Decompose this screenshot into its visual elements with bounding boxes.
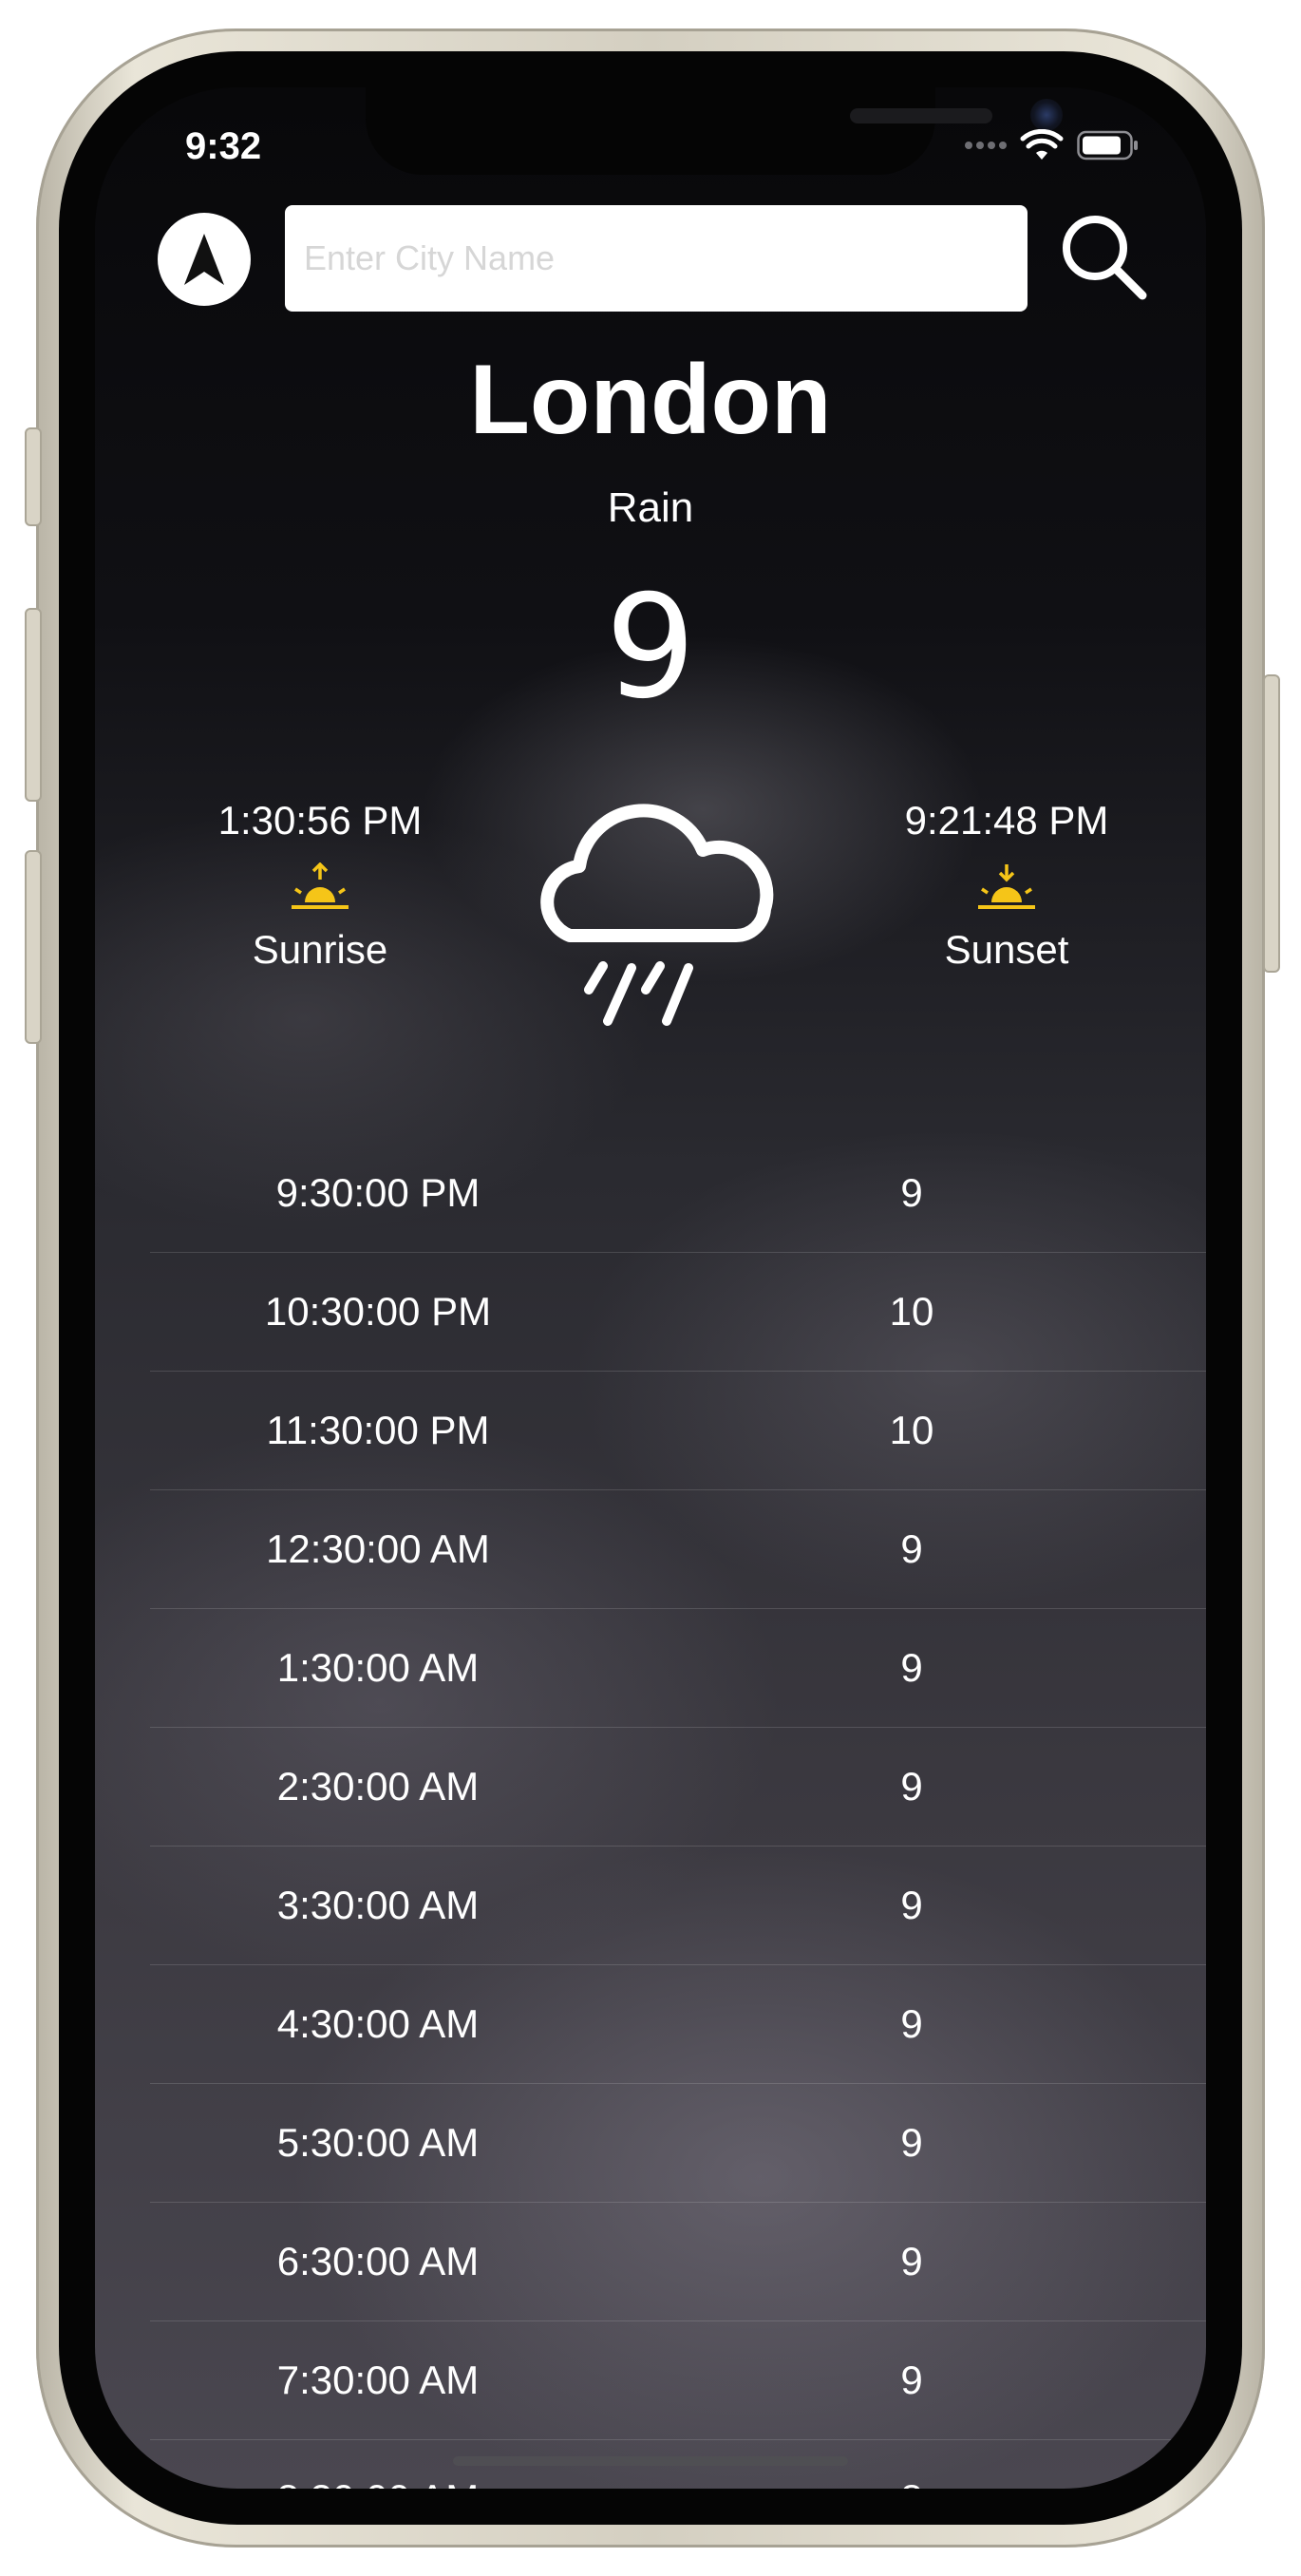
location-arrow-icon (184, 234, 224, 285)
hourly-time: 12:30:00 AM (266, 1526, 490, 1571)
hourly-temp: 9 (900, 1526, 923, 1571)
status-bar-time: 9:32 (185, 125, 262, 167)
cellular-dots-icon (965, 142, 1007, 149)
hourly-temp: 9 (900, 1764, 923, 1809)
hourly-time: 4:30:00 AM (276, 2001, 480, 2046)
hourly-time: 11:30:00 PM (266, 1408, 490, 1452)
hourly-row: 10:30:00 PM 10 (150, 1253, 1206, 1372)
hourly-time: 10:30:00 PM (264, 1289, 492, 1334)
hourly-row: 1:30:00 AM 9 (150, 1609, 1206, 1728)
home-indicator[interactable] (453, 2456, 848, 2466)
sunrise-block: 1:30:56 PM Sunrise (178, 798, 462, 973)
sunset-icon (978, 864, 1035, 909)
sunrise-time: 1:30:56 PM (217, 798, 423, 843)
power-button (1263, 674, 1280, 973)
hourly-time: 6:30:00 AM (276, 2239, 480, 2283)
hourly-row: 9:30:00 PM 9 (150, 1134, 1206, 1253)
silent-switch (25, 427, 42, 526)
hourly-row: 12:30:00 AM 9 (150, 1490, 1206, 1609)
earpiece-speaker (850, 108, 992, 123)
search-icon (1063, 216, 1147, 300)
hourly-row: 5:30:00 AM 9 (150, 2084, 1206, 2203)
cloud-rain-icon (540, 804, 774, 1026)
hourly-row: 7:30:00 AM 9 (150, 2321, 1206, 2440)
hourly-time: 5:30:00 AM (276, 2120, 480, 2165)
weather-condition: Rain (607, 484, 694, 531)
sunrise-label: Sunrise (252, 927, 388, 972)
hourly-temp: 9 (900, 1883, 923, 1927)
wifi-icon (1020, 129, 1064, 160)
hourly-forecast-list[interactable]: 9:30:00 PM 9 10:30:00 PM 10 11:30:00 PM … (150, 1134, 1206, 2489)
status-bar-icons (965, 129, 1140, 161)
hourly-row: 2:30:00 AM 9 (150, 1728, 1206, 1847)
hourly-row: 11:30:00 PM 10 (150, 1372, 1206, 1490)
hourly-temp: 10 (889, 1289, 934, 1334)
hourly-temp: 10 (889, 1408, 934, 1452)
city-name: London (469, 345, 832, 455)
city-search-input[interactable] (285, 205, 1028, 312)
hourly-time: 1:30:00 AM (276, 1645, 480, 1690)
sunset-label: Sunset (944, 927, 1069, 972)
notch (366, 87, 1063, 175)
hourly-temp: 9 (900, 2358, 923, 2402)
hourly-time: 9:30:00 PM (275, 1170, 481, 1215)
current-location-button[interactable] (158, 213, 251, 306)
hourly-time: 7:30:00 AM (276, 2358, 480, 2402)
hourly-temp: 9 (900, 2001, 923, 2046)
hourly-temp: 9 (900, 2239, 923, 2283)
hourly-row: 4:30:00 AM 9 (150, 1965, 1206, 2084)
hourly-temp: 8 (874, 2476, 950, 2489)
hourly-temp: 9 (900, 2120, 923, 2165)
app-screen: 9:32 London Rain 9 1:30:56 PM (95, 87, 1206, 2489)
sunset-time: 9:21:48 PM (904, 798, 1109, 843)
hourly-time: 2:30:00 AM (276, 1764, 480, 1809)
sunset-block: 9:21:48 PM Sunset (864, 798, 1149, 973)
current-temperature: 9 (605, 565, 696, 730)
hourly-time: 3:30:00 AM (276, 1883, 480, 1927)
hourly-row: 3:30:00 AM 9 (150, 1847, 1206, 1965)
volume-down-button (25, 850, 42, 1044)
hourly-temp: 9 (900, 1645, 923, 1690)
hourly-temp: 9 (900, 1170, 923, 1215)
sunrise-icon (292, 862, 349, 909)
hourly-row: 6:30:00 AM 9 (150, 2203, 1206, 2321)
volume-up-button (25, 608, 42, 802)
front-camera (1030, 99, 1063, 131)
battery-icon (1077, 130, 1138, 161)
hourly-time: 8:30:00 AM (188, 2476, 568, 2489)
search-button[interactable] (1054, 207, 1153, 306)
